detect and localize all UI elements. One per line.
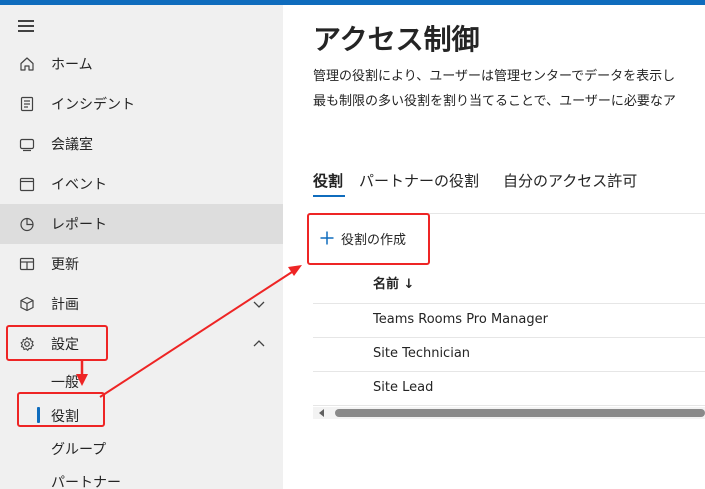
home-icon	[19, 56, 35, 72]
tab-partner-roles[interactable]: パートナーの役割	[359, 170, 479, 191]
name-column-header[interactable]: 名前 ↓	[373, 273, 414, 292]
report-icon	[19, 216, 35, 232]
chevron-down-icon[interactable]	[252, 298, 266, 310]
annotation-box-settings	[6, 325, 108, 361]
plan-icon	[19, 296, 35, 312]
hamburger-menu-icon[interactable]	[18, 18, 36, 32]
calendar-icon	[19, 176, 35, 192]
table-row[interactable]: Teams Rooms Pro Manager	[313, 304, 705, 337]
sidebar-subitem-label: グループ	[51, 442, 107, 458]
chevron-up-icon[interactable]	[252, 338, 266, 350]
sidebar-subitem-groups[interactable]: グループ	[0, 431, 283, 465]
sidebar-item-plan[interactable]: 計画	[0, 284, 283, 324]
tab-roles[interactable]: 役割	[313, 170, 343, 191]
row-divider	[313, 405, 705, 406]
table-row[interactable]: Site Technician	[313, 338, 705, 371]
sidebar-item-home[interactable]: ホーム	[0, 44, 283, 84]
sidebar-subitem-label: 一般	[51, 375, 79, 391]
sidebar-item-label: イベント	[51, 177, 107, 193]
role-name: Site Technician	[373, 346, 471, 361]
scroll-left-icon[interactable]	[319, 409, 324, 417]
scrollbar-thumb[interactable]	[335, 409, 705, 417]
page-description-line: 最も制限の多い役割を割り当てることで、ユーザーに必要なア	[313, 94, 676, 109]
sidebar-subitem-partners[interactable]: パートナー	[0, 464, 283, 489]
sidebar-item-label: 計画	[51, 297, 79, 313]
meeting-room-icon	[19, 136, 35, 152]
sidebar-item-meeting-rooms[interactable]: 会議室	[0, 124, 283, 164]
sidebar-item-label: 会議室	[51, 137, 93, 153]
sidebar-item-reports[interactable]: レポート	[0, 204, 283, 244]
annotation-box-roles	[17, 392, 105, 427]
role-name: Site Lead	[373, 380, 434, 395]
horizontal-scrollbar[interactable]	[313, 407, 705, 419]
incident-icon	[19, 96, 35, 112]
sidebar-item-updates[interactable]: 更新	[0, 244, 283, 284]
tab-my-permissions[interactable]: 自分のアクセス許可	[503, 170, 637, 191]
sidebar-subitem-label: パートナー	[51, 475, 121, 489]
page-title: アクセス制御	[313, 23, 480, 56]
page-description-line: 管理の役割により、ユーザーは管理センターでデータを表示し	[313, 69, 676, 84]
sidebar-item-label: ホーム	[51, 57, 93, 73]
annotation-box-create-role	[307, 213, 430, 265]
role-name: Teams Rooms Pro Manager	[373, 312, 548, 327]
active-tab-underline	[313, 195, 345, 197]
sidebar-item-label: レポート	[51, 217, 107, 233]
sidebar-item-label: インシデント	[51, 97, 135, 113]
sidebar-item-events[interactable]: イベント	[0, 164, 283, 204]
sidebar-item-incidents[interactable]: インシデント	[0, 84, 283, 124]
update-icon	[19, 256, 35, 272]
table-row[interactable]: Site Lead	[313, 372, 705, 405]
sidebar-item-label: 更新	[51, 257, 79, 273]
